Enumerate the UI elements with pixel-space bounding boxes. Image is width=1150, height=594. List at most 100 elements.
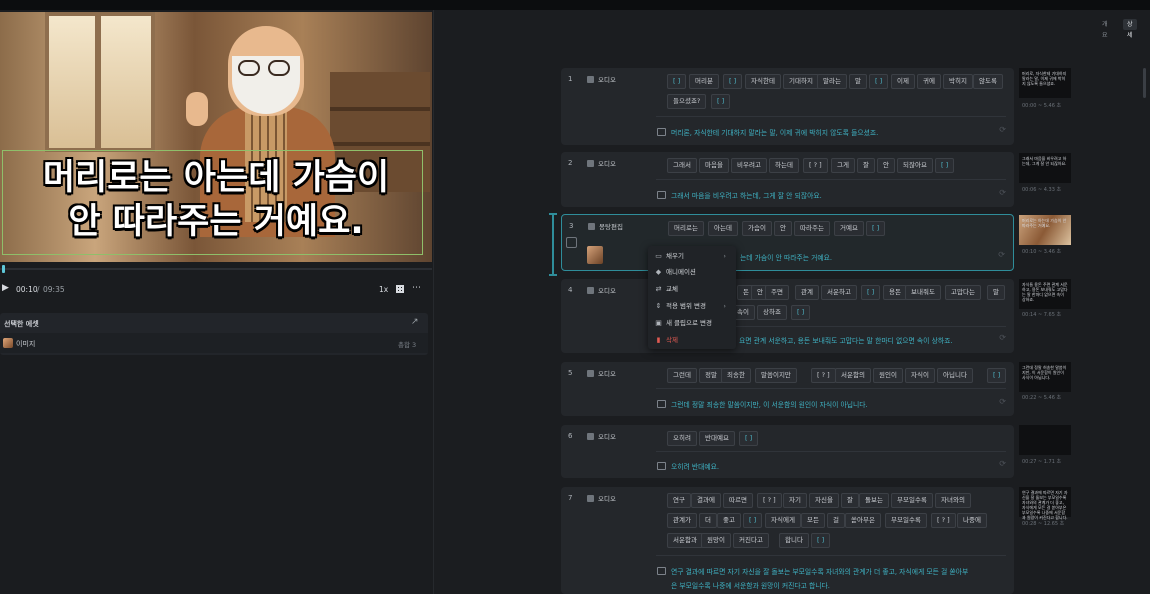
refresh-icon[interactable]: ⟳ <box>999 125 1006 134</box>
clip-thumbnail[interactable] <box>1019 425 1071 455</box>
refresh-icon[interactable]: ⟳ <box>999 397 1006 406</box>
word-chip[interactable]: [ ? ] <box>803 158 828 173</box>
clip-thumbnail[interactable]: 그런데 정말 허송한 말씀이지만, 이 서운함이 원인이 사식이 아닙니다. <box>1019 362 1071 392</box>
word-chip[interactable]: 원인이 <box>873 368 903 383</box>
grid-icon[interactable] <box>396 285 404 293</box>
sentence-text[interactable]: 머리론, 자식한테 기대하지 말라는 말, 이제 귀에 박히지 않도록 들으셨죠… <box>671 127 878 137</box>
export-icon[interactable]: ↗ <box>411 317 419 327</box>
play-icon[interactable]: ▶ <box>2 283 9 293</box>
word-chip[interactable]: 잘 <box>857 158 875 173</box>
word-chip[interactable]: 머리로는 <box>668 221 704 236</box>
word-chip[interactable]: 박히지 <box>943 74 973 89</box>
word-chip[interactable]: 합니다 <box>779 533 809 548</box>
word-chip[interactable]: 서운하고 <box>821 285 857 300</box>
word-chip[interactable]: [ ] <box>869 74 889 89</box>
playback-speed[interactable]: 1x <box>379 285 388 294</box>
clip-media-thumbnail[interactable] <box>587 246 603 264</box>
word-chip[interactable]: 더 <box>699 513 717 528</box>
word-chip[interactable]: 자식한테 <box>745 74 781 89</box>
word-chip[interactable]: [ ] <box>723 74 743 89</box>
word-chip[interactable]: [ ] <box>711 94 731 109</box>
word-chip[interactable]: 말 <box>849 74 867 89</box>
sentence-text[interactable]: 그런데 정말 죄송한 말씀이지만, 이 서운함의 원인이 자식이 아닙니다. <box>671 399 868 409</box>
sentence-text[interactable]: 그래서 마음을 비우려고 하는데, 그게 잘 안 되잖아요. <box>671 190 822 200</box>
menu-item-new-clip[interactable]: ▣ 새 클립으로 변경 <box>654 317 734 330</box>
word-chip[interactable]: 되잖아요 <box>897 158 933 173</box>
refresh-icon[interactable]: ⟳ <box>998 250 1005 259</box>
script-row[interactable]: 5 오디오 그런데 정말 죄송한 말씀이지만 [ ? ] 서운함의 원인이 자식… <box>561 362 1014 416</box>
word-chip[interactable]: 서운함의 <box>835 368 871 383</box>
word-chip[interactable]: [ ? ] <box>811 368 836 383</box>
word-chip[interactable]: 거예요 <box>834 221 864 236</box>
word-chip[interactable]: 아는데 <box>708 221 738 236</box>
word-chip[interactable]: 결과에 <box>691 493 721 508</box>
word-chip[interactable]: 안 <box>877 158 895 173</box>
selection-handle[interactable] <box>549 213 557 215</box>
selection-handle[interactable] <box>552 214 554 276</box>
word-chip[interactable]: 기대하지 <box>783 74 819 89</box>
word-chip[interactable]: [ ] <box>866 221 886 236</box>
row-checkbox[interactable] <box>566 237 577 248</box>
word-chip[interactable]: 관계가 <box>667 513 697 528</box>
sentence-text[interactable]: 오히려 반대예요. <box>671 461 719 471</box>
word-chip[interactable]: 정말 <box>699 368 723 383</box>
timeline-scrubber[interactable] <box>0 268 432 270</box>
word-chip[interactable]: 자녀와의 <box>935 493 971 508</box>
sentence-text[interactable]: 는데 가슴이 안 따라주는 거예요. <box>740 252 832 262</box>
clip-thumbnail[interactable]: 머리로, 자식한테 기대하지 말라는 말, 이제 귀에 박히지 않도록 들으셨죠… <box>1019 68 1071 98</box>
word-chip[interactable]: 그게 <box>831 158 855 173</box>
word-chip[interactable]: 죄송한 <box>721 368 751 383</box>
word-chip[interactable]: 비우려고 <box>731 158 767 173</box>
word-chip[interactable]: 아닙니다 <box>937 368 973 383</box>
word-chip[interactable]: [ ? ] <box>757 493 782 508</box>
word-chip[interactable]: 자신을 <box>809 493 839 508</box>
clip-thumbnail[interactable]: 연구 결과에 따르면 자기 자신을 잘 돌보는 부모일수록 자녀와의 관계가 더… <box>1019 487 1071 520</box>
word-chip[interactable]: 반대예요 <box>699 431 735 446</box>
menu-item-range[interactable]: ⇕ 적용 범위 변경 › <box>654 300 734 313</box>
clip-thumbnail[interactable]: 머리로는 아는데 가슴이 안 따라주는 거예요. <box>1019 215 1071 245</box>
word-chip[interactable]: [ ] <box>743 513 763 528</box>
tab-detail[interactable]: 상세 <box>1123 19 1137 39</box>
script-row[interactable]: 1 오디오 [ ] 머리분 [ ] 자식한테 기대하지 말라는 말 [ ] 이제… <box>561 68 1014 145</box>
word-chip[interactable]: 않도록 <box>973 74 1003 89</box>
word-chip[interactable]: 돌보는 <box>859 493 889 508</box>
word-chip[interactable]: 자식이 <box>905 368 935 383</box>
script-row[interactable]: 2 오디오 그래서 마음을 비우려고 하는데 [ ? ] 그게 잘 안 되잖아요… <box>561 152 1014 207</box>
menu-item-delete[interactable]: ▮ 삭제 <box>654 334 734 347</box>
word-chip[interactable]: 보내줘도 <box>905 285 941 300</box>
word-chip[interactable]: 용돈 <box>883 285 907 300</box>
word-chip[interactable]: 그래서 <box>667 158 697 173</box>
word-chip[interactable]: [ ] <box>987 368 1007 383</box>
word-chip[interactable]: 들으셨죠? <box>667 94 707 109</box>
word-chip[interactable]: 연구 <box>667 493 691 508</box>
word-chip[interactable]: [ ] <box>935 158 955 173</box>
video-preview[interactable]: 머리로는 아는데 가슴이 안 따라주는 거예요. <box>0 12 432 262</box>
word-chip[interactable]: 부모일수록 <box>891 493 933 508</box>
refresh-icon[interactable]: ⟳ <box>999 333 1006 342</box>
word-chip[interactable]: 안 <box>774 221 792 236</box>
scrubber-handle[interactable] <box>2 265 5 273</box>
word-chip[interactable]: [ ] <box>811 533 831 548</box>
script-row-selected[interactable]: 3 몽탕편집 머리로는 아는데 가슴이 안 따라주는 거예요 [ ] 는데 가슴… <box>561 214 1014 271</box>
sentence-text[interactable]: 은 부모일수록 나중에 서운함과 원망이 커진다고 합니다. <box>671 580 830 590</box>
sentence-text[interactable]: 요면 관계 서운하고, 용돈 보내줘도 고맙다는 말 한마디 없으면 속이 상하… <box>739 335 953 345</box>
word-chip[interactable]: 가슴이 <box>742 221 772 236</box>
word-chip[interactable]: 하는데 <box>769 158 799 173</box>
asset-row[interactable]: 이미지 총합 3 <box>0 333 428 353</box>
word-chip[interactable]: 말 <box>987 285 1005 300</box>
script-row[interactable]: 6 오디오 오히려 반대예요 [ ] 오히려 반대예요. ⟳ <box>561 425 1014 478</box>
word-chip[interactable]: 모든 <box>801 513 825 528</box>
word-chip[interactable]: 주면 <box>765 285 789 300</box>
word-chip[interactable]: 자식에게 <box>765 513 801 528</box>
script-row[interactable]: 4 오디오 돈 안 주면 관계 서운하고 [ ] 용돈 보내줘도 고맙다는 말 … <box>561 279 1014 353</box>
word-chip[interactable]: 마음을 <box>699 158 729 173</box>
word-chip[interactable]: [ ] <box>861 285 881 300</box>
word-chip[interactable]: 쏟아부은 <box>845 513 881 528</box>
word-chip[interactable]: 이제 <box>891 74 915 89</box>
menu-item-replace[interactable]: ⇄ 교체 <box>654 283 734 296</box>
refresh-icon[interactable]: ⟳ <box>999 459 1006 468</box>
refresh-icon[interactable]: ⟳ <box>999 188 1006 197</box>
word-chip[interactable]: 커진다고 <box>733 533 769 548</box>
word-chip[interactable]: 오히려 <box>667 431 697 446</box>
word-chip[interactable]: 고맙다는 <box>945 285 981 300</box>
